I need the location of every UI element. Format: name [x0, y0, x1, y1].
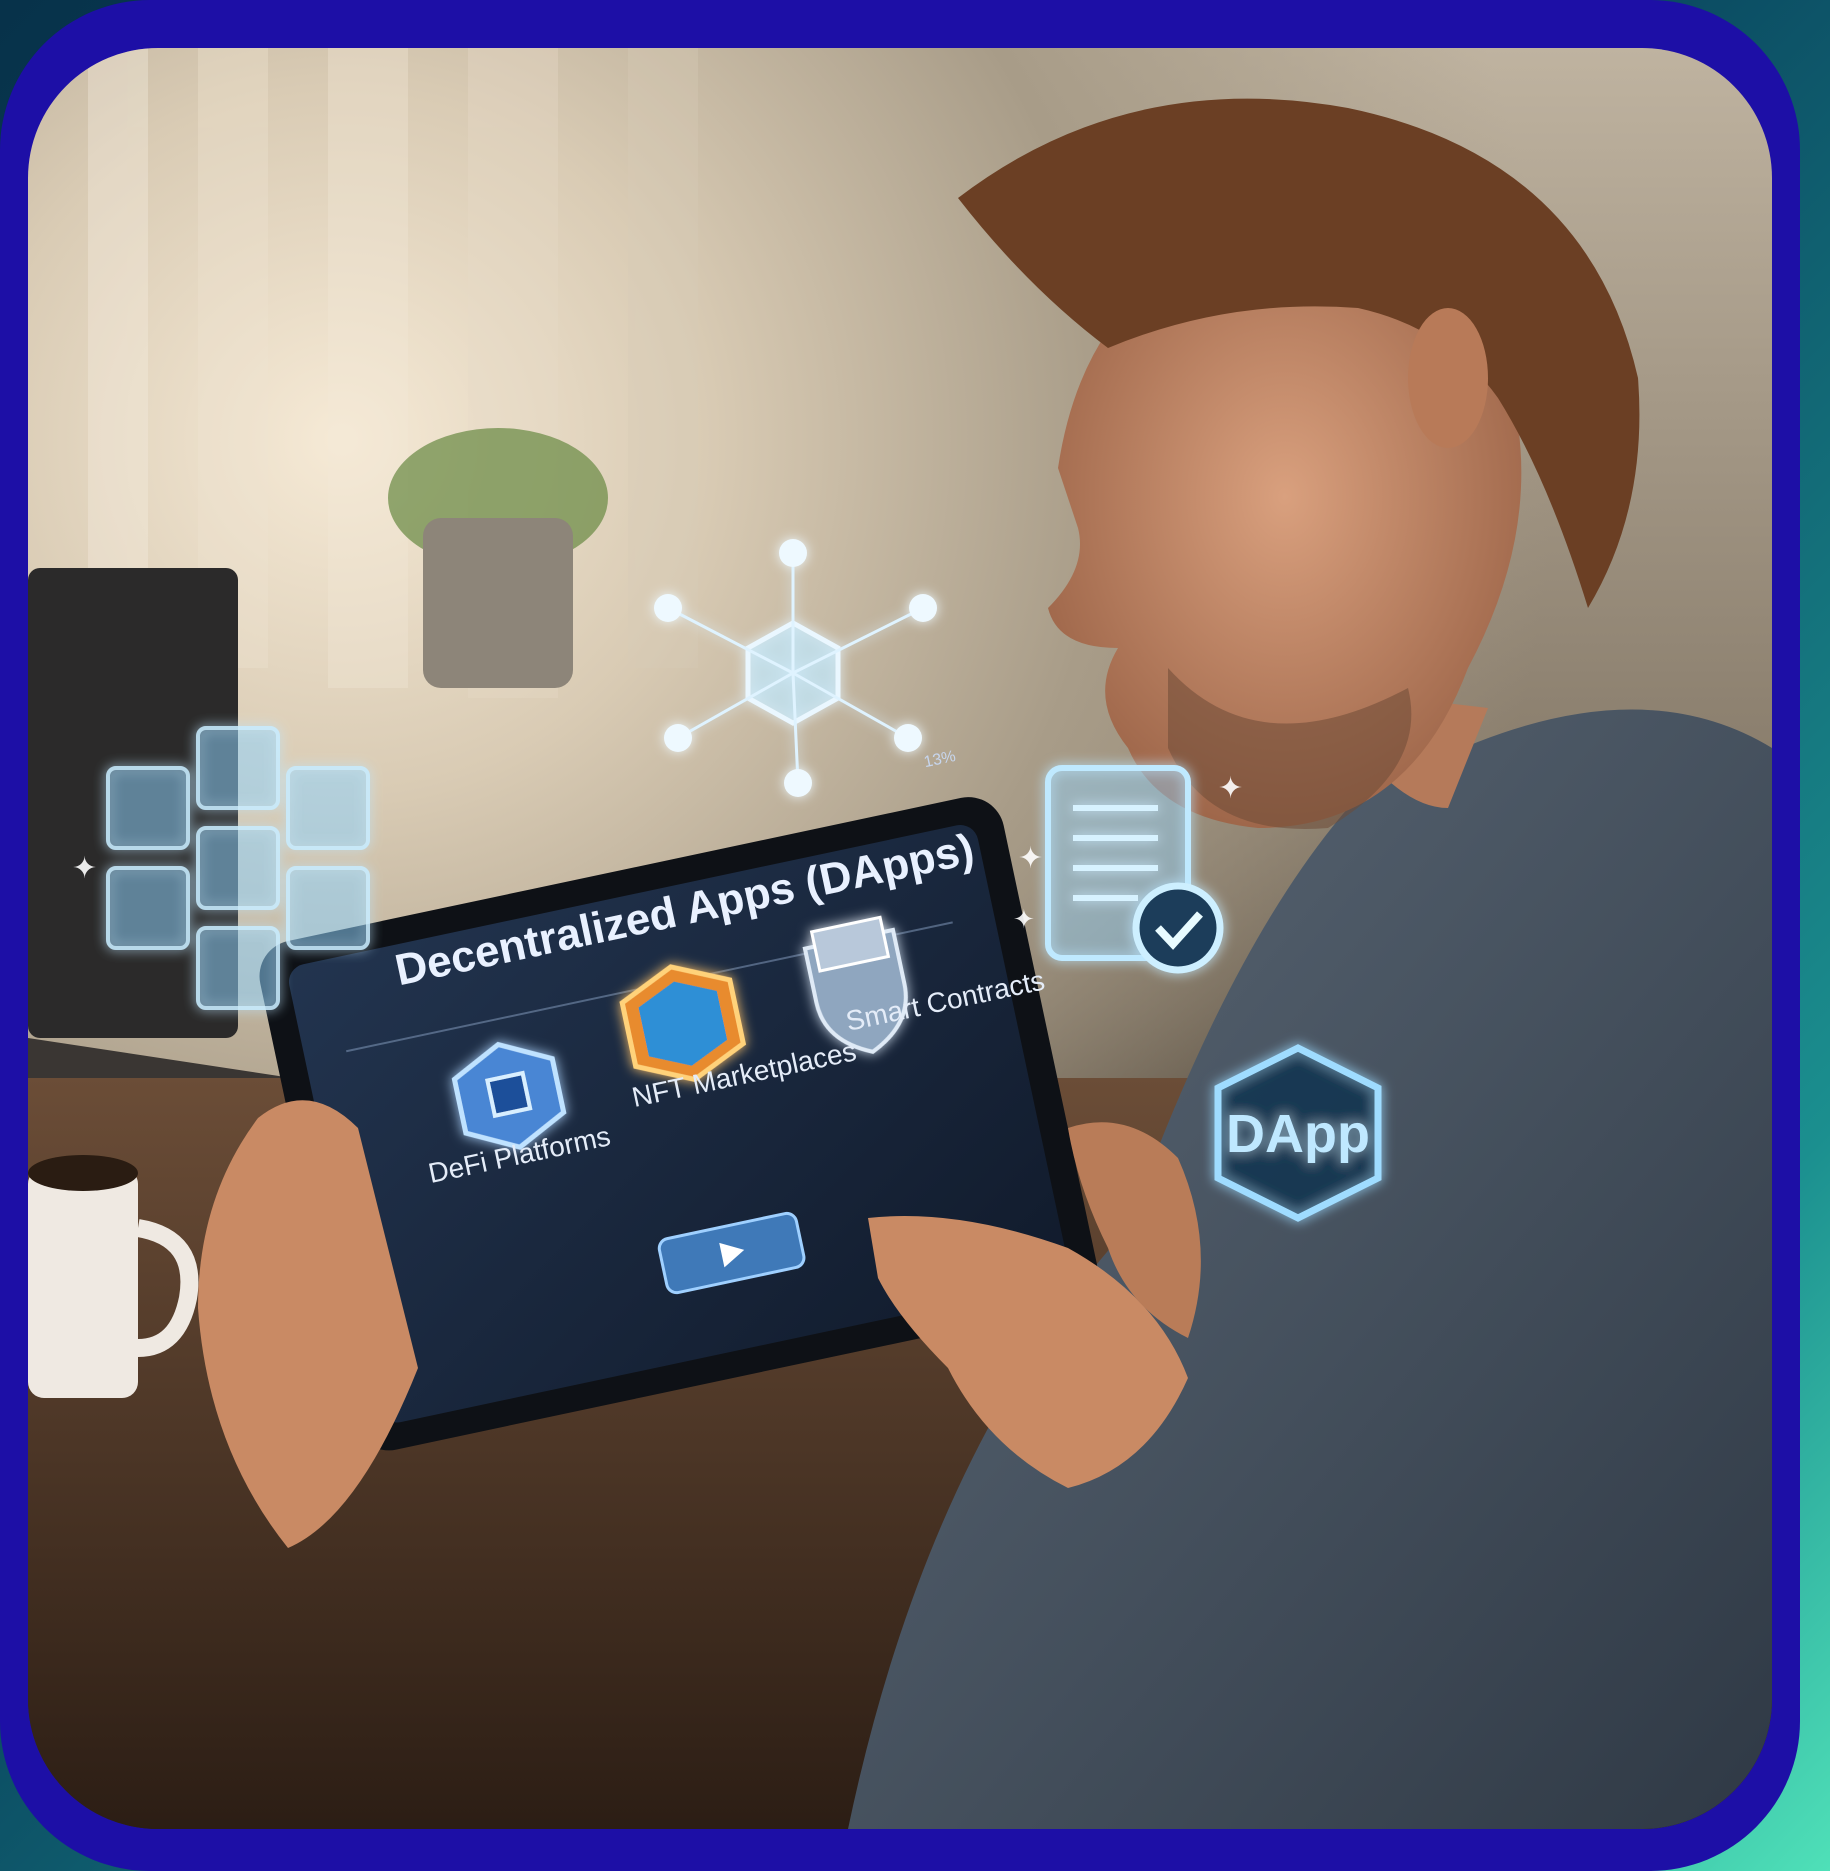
dapp-label: DApp	[1226, 1104, 1370, 1164]
potted-plant	[388, 428, 608, 688]
defi-platforms-label[interactable]: DeFi Platforms	[426, 1120, 614, 1190]
smart-contracts-label[interactable]: Smart Contracts	[843, 965, 1048, 1038]
svg-text:✦: ✦	[1218, 771, 1243, 806]
nft-marketplaces-label[interactable]: NFT Marketplaces	[629, 1035, 859, 1114]
dapp-hexagon-icon: DApp	[1214, 1044, 1382, 1222]
svg-text:✦: ✦	[1018, 841, 1043, 876]
photo: DApp ✦ ✦ ✦ ✦ Decentralized Apps (DApps) …	[28, 48, 1772, 1829]
svg-text:✦: ✦	[72, 851, 97, 886]
